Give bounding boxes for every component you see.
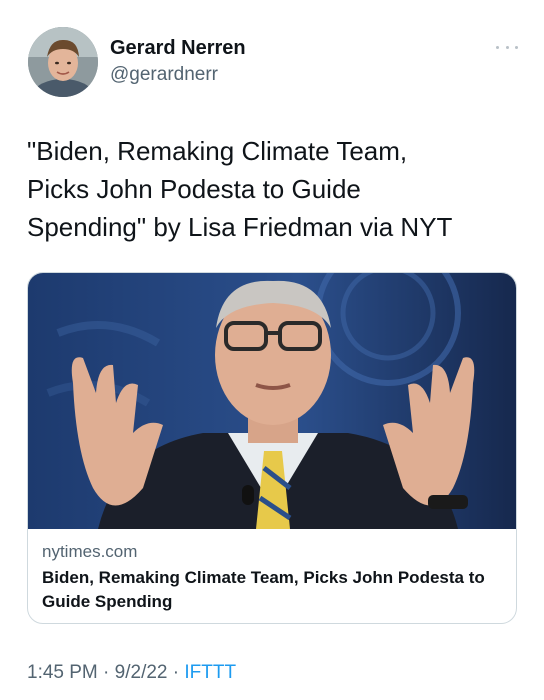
tweet-metadata: 1:45 PM · 9/2/22 · IFTTT	[27, 662, 236, 684]
profile-photo-icon	[28, 27, 98, 97]
more-dots-icon	[496, 45, 499, 49]
card-domain: nytimes.com	[42, 542, 138, 561]
separator: ·	[167, 662, 185, 683]
more-options-button[interactable]	[496, 40, 518, 54]
link-card[interactable]: nytimes.com Biden, Remaking Climate Team…	[27, 272, 517, 624]
separator: ·	[97, 662, 115, 683]
user-handle[interactable]: @gerardnerr	[110, 64, 218, 86]
article-photo-icon	[28, 273, 516, 529]
tweet-source-link[interactable]: IFTTT	[184, 662, 236, 683]
card-title: Biden, Remaking Climate Team, Picks John…	[42, 568, 485, 611]
more-dots-icon	[505, 45, 509, 49]
more-dots-icon	[515, 45, 518, 49]
tweet-text: "Biden, Remaking Climate Team, Picks Joh…	[27, 136, 453, 242]
display-name[interactable]: Gerard Nerren	[110, 37, 246, 60]
tweet-date[interactable]: 9/2/22	[115, 662, 168, 683]
avatar[interactable]	[28, 27, 98, 97]
tweet-time[interactable]: 1:45 PM	[27, 662, 98, 683]
